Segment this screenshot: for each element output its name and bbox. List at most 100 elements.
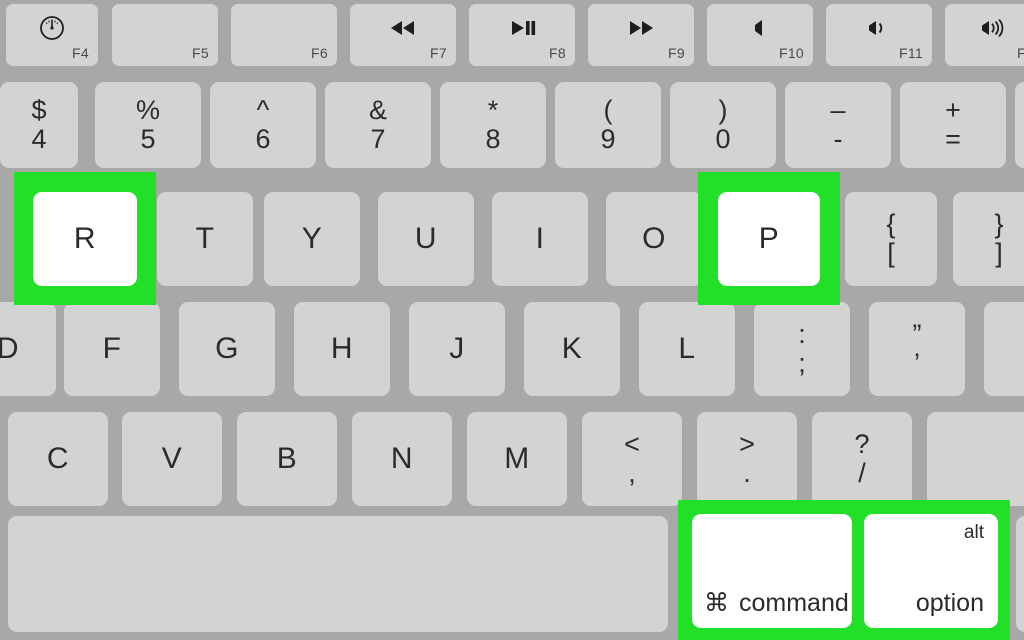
key-6-lower: 6	[255, 124, 271, 154]
key-o[interactable]: O	[606, 192, 702, 286]
key-spacebar-label	[8, 516, 668, 632]
key-slash-lower: /	[858, 458, 866, 488]
key-h-label: H	[330, 332, 354, 365]
key-g[interactable]: G	[179, 302, 275, 396]
key-j-label: J	[449, 332, 465, 365]
key-i[interactable]: I	[492, 192, 588, 286]
key-u[interactable]: U	[378, 192, 474, 286]
key-option[interactable]: alt option	[864, 514, 998, 628]
key-k-label: K	[561, 332, 583, 365]
key-v[interactable]: V	[122, 412, 222, 506]
gauge-icon	[6, 10, 98, 46]
key-6[interactable]: ^ 6	[210, 82, 316, 168]
key-f10[interactable]: F10	[707, 4, 813, 66]
key-h[interactable]: H	[294, 302, 390, 396]
key-f8-code: F8	[549, 45, 566, 61]
key-bracket-left-lower: [	[887, 238, 895, 268]
key-u-label: U	[414, 222, 438, 255]
key-o-label: O	[642, 222, 666, 255]
key-f11[interactable]: F11	[826, 4, 932, 66]
rewind-icon	[350, 10, 456, 46]
key-b[interactable]: B	[237, 412, 337, 506]
fast-forward-icon	[588, 10, 694, 46]
key-quote[interactable]: ” ’	[869, 302, 965, 396]
key-delete[interactable]	[1015, 82, 1024, 168]
key-f4[interactable]: F4	[6, 4, 98, 66]
key-bracket-right-upper: }	[994, 209, 1004, 239]
key-right-edge[interactable]	[1016, 516, 1024, 632]
key-semicolon-upper: :	[798, 319, 806, 349]
key-n[interactable]: N	[352, 412, 452, 506]
key-comma[interactable]: < ,	[582, 412, 682, 506]
key-0[interactable]: ) 0	[670, 82, 776, 168]
key-4-lower: 4	[31, 124, 47, 154]
key-period-lower: .	[743, 458, 751, 488]
key-bracket-right-lower: ]	[995, 238, 1003, 268]
key-t[interactable]: T	[157, 192, 253, 286]
key-m[interactable]: M	[467, 412, 567, 506]
key-command-label: command	[739, 589, 849, 617]
key-bracket-right[interactable]: } ]	[953, 192, 1024, 286]
key-f7[interactable]: F7	[350, 4, 456, 66]
key-l[interactable]: L	[639, 302, 735, 396]
key-n-label: N	[390, 442, 414, 475]
key-quote-upper: ”	[912, 319, 922, 349]
key-4[interactable]: $ 4	[0, 82, 78, 168]
key-f5-code: F5	[192, 45, 209, 61]
key-minus[interactable]: – -	[785, 82, 891, 168]
key-period-upper: >	[739, 429, 755, 459]
key-5-upper: %	[135, 95, 160, 125]
volume-down-icon	[826, 10, 932, 46]
key-0-upper: )	[718, 95, 728, 125]
key-6-upper: ^	[256, 95, 270, 125]
key-f12[interactable]: F12	[945, 4, 1024, 66]
key-v-label: V	[161, 442, 183, 475]
key-d[interactable]: D	[0, 302, 56, 396]
key-r-label: R	[73, 222, 97, 255]
key-spacebar[interactable]	[8, 516, 668, 632]
key-c-label: C	[46, 442, 70, 475]
key-slash[interactable]: ? /	[812, 412, 912, 506]
key-f[interactable]: F	[64, 302, 160, 396]
key-comma-upper: <	[624, 429, 640, 459]
key-7-lower: 7	[370, 124, 386, 154]
key-7-upper: &	[368, 95, 387, 125]
key-f5[interactable]: F5	[112, 4, 218, 66]
key-return[interactable]	[984, 302, 1024, 396]
key-quote-lower: ’	[914, 348, 920, 378]
key-f7-code: F7	[430, 45, 447, 61]
key-l-label: L	[678, 332, 696, 365]
command-icon: ⌘	[704, 589, 729, 617]
key-minus-lower: -	[833, 124, 843, 154]
key-5[interactable]: % 5	[95, 82, 201, 168]
key-bracket-left[interactable]: { [	[845, 192, 937, 286]
key-y[interactable]: Y	[264, 192, 360, 286]
key-shift-right[interactable]	[927, 412, 1024, 506]
key-8-upper: *	[487, 95, 499, 125]
key-semicolon-lower: ;	[798, 348, 806, 378]
key-period[interactable]: > .	[697, 412, 797, 506]
key-semicolon[interactable]: : ;	[754, 302, 850, 396]
key-f8[interactable]: F8	[469, 4, 575, 66]
key-bracket-left-upper: {	[886, 209, 896, 239]
key-7[interactable]: & 7	[325, 82, 431, 168]
key-c[interactable]: C	[8, 412, 108, 506]
key-equals[interactable]: + =	[900, 82, 1006, 168]
key-9[interactable]: ( 9	[555, 82, 661, 168]
key-f6[interactable]: F6	[231, 4, 337, 66]
key-r[interactable]: R	[33, 192, 137, 286]
key-command[interactable]: ⌘ command	[692, 514, 852, 628]
key-j[interactable]: J	[409, 302, 505, 396]
key-equals-upper: +	[945, 95, 961, 125]
key-i-label: I	[535, 222, 545, 255]
key-4-upper: $	[31, 95, 47, 125]
play-pause-icon	[469, 10, 575, 46]
key-8[interactable]: * 8	[440, 82, 546, 168]
key-k[interactable]: K	[524, 302, 620, 396]
key-8-lower: 8	[485, 124, 501, 154]
keyboard: F4 F5 F6 F7 F8 F9 F10 F11 F $ 4 % 5 ^ 6 …	[0, 0, 1024, 640]
key-minus-upper: –	[830, 95, 846, 125]
key-f9[interactable]: F9	[588, 4, 694, 66]
key-f4-code: F4	[72, 45, 89, 61]
key-p[interactable]: P	[718, 192, 820, 286]
